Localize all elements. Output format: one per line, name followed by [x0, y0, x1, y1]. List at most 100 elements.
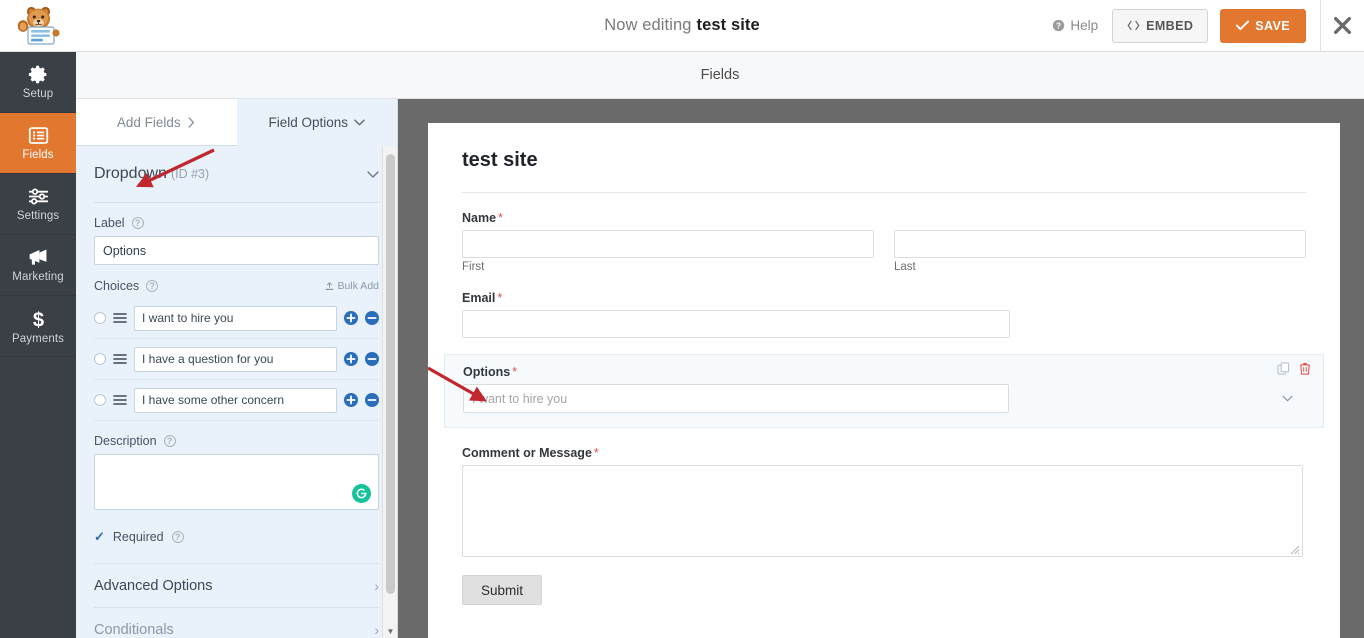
required-label: Required	[112, 530, 164, 544]
preview-options-select[interactable]: I want to hire you	[463, 384, 1009, 413]
question-mark-icon[interactable]: ?	[171, 531, 184, 543]
preview-name-first-input[interactable]	[462, 230, 874, 258]
preview-field-options[interactable]: Options * I want to hire you	[444, 354, 1324, 428]
choices-option-header: Choices ? Bulk Add	[94, 279, 379, 293]
top-bar-actions: ? Help EMBED SAVE	[1038, 0, 1364, 51]
minus-circle-icon[interactable]	[365, 393, 379, 407]
field-header-dropdown[interactable]: Dropdown (ID #3)	[94, 146, 379, 203]
chevron-down-glyph	[1282, 395, 1293, 402]
tab-add-fields[interactable]: Add Fields	[76, 99, 237, 146]
preview-field-actions	[1277, 362, 1311, 375]
radio-unchecked-icon[interactable]	[94, 394, 106, 406]
accordion-advanced-options[interactable]: Advanced Options ›	[94, 564, 379, 608]
accordion-conditionals-label: Conditionals	[94, 621, 174, 638]
accordion-advanced-options-label: Advanced Options	[94, 577, 213, 594]
preview-name-first-wrap: First	[462, 230, 874, 273]
preview-options-select-wrap: I want to hire you	[463, 384, 1305, 413]
sidebar-item-label: Settings	[16, 210, 60, 222]
embed-button[interactable]: EMBED	[1112, 8, 1209, 43]
gear-icon	[28, 65, 46, 84]
preview-field-comment[interactable]: Comment or Message *	[462, 446, 1306, 557]
sidebar-nav: Setup Fields Settings Marketing $ Paymen…	[0, 52, 76, 638]
field-label-input[interactable]	[94, 236, 379, 265]
trash-icon[interactable]	[1299, 362, 1311, 375]
question-mark-icon[interactable]: ?	[146, 280, 159, 292]
form-preview-card: test site Name * First Last Email * Opti…	[428, 123, 1340, 638]
sidebar-item-label: Setup	[22, 88, 54, 100]
accordion-conditionals[interactable]: Conditionals ›	[94, 608, 379, 638]
choice-value-input[interactable]	[134, 346, 337, 372]
drag-handle-icon[interactable]	[113, 353, 127, 365]
preview-submit-button[interactable]: Submit	[462, 575, 543, 605]
preview-comment-label-text: Comment or Message	[462, 446, 592, 460]
caret-down-icon[interactable]: ▼	[383, 624, 397, 638]
preview-options-label-text: Options	[463, 365, 511, 379]
question-mark-icon[interactable]: ?	[163, 435, 176, 447]
embed-label: EMBED	[1146, 18, 1194, 33]
preview-options-selected-value: I want to hire you	[472, 391, 568, 406]
preview-email-label: Email *	[462, 291, 1306, 305]
wpforms-bear-mascot-logo-icon	[17, 6, 60, 45]
form-builder-app: Now editing test site ? Help EMBED SAVE …	[0, 0, 1364, 638]
panel-scrollbar-thumb[interactable]	[386, 154, 395, 594]
help-button[interactable]: ? Help	[1038, 18, 1112, 33]
svg-text:?: ?	[1056, 21, 1061, 30]
minus-circle-icon[interactable]	[365, 311, 379, 325]
field-options-body: Dropdown(ID #3) Label ? Choices ?	[76, 146, 397, 638]
code-brackets-icon	[1127, 20, 1140, 31]
plus-circle-icon[interactable]	[344, 311, 358, 325]
app-logo[interactable]	[0, 0, 76, 52]
preview-name-row: First Last	[462, 230, 1306, 273]
save-button[interactable]: SAVE	[1220, 8, 1306, 43]
bulk-add-button[interactable]: Bulk Add	[325, 280, 379, 292]
sidebar-item-payments[interactable]: $ Payments	[0, 296, 76, 357]
preview-email-input[interactable]	[462, 310, 1010, 338]
sidebar-item-settings[interactable]: Settings	[0, 174, 76, 235]
drag-handle-icon[interactable]	[113, 312, 127, 324]
field-id-text: (ID #3)	[170, 167, 210, 181]
minus-circle-icon[interactable]	[365, 352, 379, 366]
list-table-icon	[28, 127, 48, 144]
choice-value-input[interactable]	[134, 305, 337, 331]
preview-field-name[interactable]: Name * First Last	[462, 211, 1306, 273]
sidebar-item-marketing[interactable]: Marketing	[0, 235, 76, 296]
check-icon	[1236, 20, 1250, 31]
sliders-icon	[28, 188, 48, 205]
sidebar-item-setup[interactable]: Setup	[0, 52, 76, 113]
field-options-panel: Add Fields Field Options Dropdown (ID #3)	[76, 99, 398, 638]
choice-value-input[interactable]	[134, 387, 337, 413]
sidebar-item-fields[interactable]: Fields	[0, 113, 76, 174]
grammarly-g-icon[interactable]	[352, 484, 371, 503]
field-title-wrap: Dropdown (ID #3)	[94, 165, 209, 183]
chevron-down-icon	[367, 170, 379, 178]
bulk-add-label: Bulk Add	[337, 280, 379, 292]
radio-unchecked-icon[interactable]	[94, 353, 106, 365]
choices-label-wrap: Choices ?	[94, 279, 159, 293]
dollar-sign-icon: $	[32, 309, 43, 330]
panel-scrollbar[interactable]: ▼	[382, 146, 397, 638]
field-description-textarea[interactable]	[94, 454, 379, 510]
preview-comment-label: Comment or Message *	[462, 446, 1306, 460]
label-option-header: Label ?	[94, 216, 379, 230]
tab-field-options[interactable]: Field Options	[236, 99, 397, 146]
plus-circle-icon[interactable]	[344, 393, 358, 407]
chevron-right-icon: ›	[374, 621, 379, 638]
chevron-right-icon	[188, 116, 194, 128]
choice-row	[94, 380, 379, 421]
drag-handle-icon[interactable]	[113, 394, 127, 406]
preview-field-email[interactable]: Email *	[462, 291, 1306, 338]
preview-name-last-input[interactable]	[894, 230, 1306, 258]
required-checkbox-row[interactable]: ✓ Required ?	[94, 529, 379, 564]
question-mark-icon[interactable]: ?	[131, 217, 144, 229]
close-builder-button[interactable]	[1320, 0, 1364, 51]
radio-unchecked-icon[interactable]	[94, 312, 106, 324]
plus-circle-icon[interactable]	[344, 352, 358, 366]
preview-name-last-wrap: Last	[894, 230, 1306, 273]
editing-prefix: Now editing	[604, 16, 692, 34]
resize-grip-icon[interactable]	[1290, 545, 1300, 555]
preview-comment-textarea[interactable]	[462, 465, 1303, 557]
duplicate-icon[interactable]	[1277, 362, 1290, 375]
preview-form-title: test site	[462, 149, 1306, 193]
required-asterisk: *	[498, 211, 503, 225]
form-preview-content: test site Name * First Last Email * Opti…	[428, 123, 1340, 605]
